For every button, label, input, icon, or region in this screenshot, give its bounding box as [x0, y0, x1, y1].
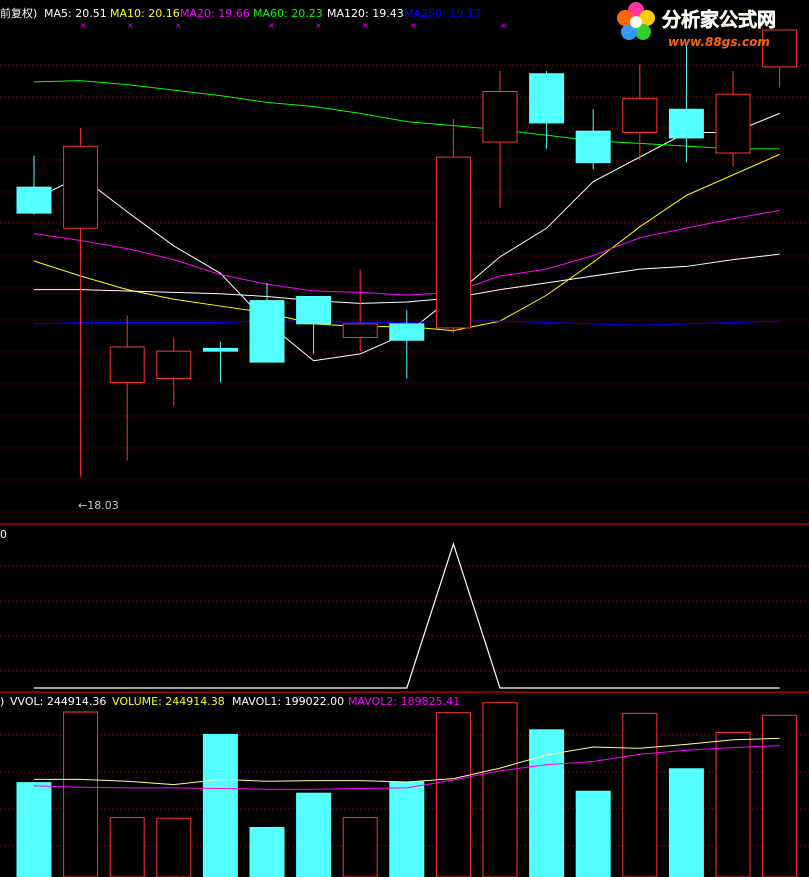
- ma20-label: MA20: 19.66: [180, 7, 250, 20]
- adjustment-label: 前复权): [0, 6, 37, 20]
- volume-bar: [482, 702, 518, 877]
- watermark-url: www.88gs.com: [668, 35, 770, 49]
- volume-bar: [575, 790, 611, 877]
- candle: [622, 64, 658, 160]
- volume-bar: [622, 712, 658, 877]
- candle: [63, 128, 99, 477]
- candle-body: [575, 130, 611, 164]
- candle-body: [109, 346, 145, 384]
- candle: [109, 315, 145, 461]
- volume-bar: [16, 782, 52, 877]
- candle-body: [342, 323, 378, 339]
- watermark-title: 分析家公式网: [662, 8, 776, 31]
- candle: [435, 118, 471, 334]
- candle: [529, 71, 565, 149]
- marker-symbol: ×: [175, 21, 182, 30]
- candle-body: [63, 145, 99, 229]
- candle-body: [296, 296, 332, 325]
- candle-body: [202, 347, 238, 352]
- volume-bars: [16, 702, 798, 877]
- candle: [16, 155, 52, 215]
- volume-bar: [435, 712, 471, 877]
- volume-bar: [296, 792, 332, 877]
- volume-bar: [342, 817, 378, 877]
- volume-bar: [389, 781, 425, 877]
- candle: [482, 71, 518, 208]
- candle-body: [389, 323, 425, 341]
- candle-body: [715, 93, 751, 154]
- marker-symbol: ×: [315, 21, 322, 30]
- indicator-panel-label: 0: [0, 528, 7, 541]
- flower-icon: [617, 2, 655, 40]
- volume-bar: [202, 733, 238, 877]
- volume-label: VOLUME: 244914.38: [112, 695, 225, 708]
- volume-bar: [529, 729, 565, 877]
- volume-bar: [668, 768, 704, 877]
- marker-symbol: ×: [80, 21, 87, 30]
- mavol1-line: [34, 737, 780, 786]
- marker-symbol: ×: [268, 21, 275, 30]
- stock-chart: × × × × × × × × 前复权) MA5: 20.51 MA10: 20.16 MA2…: [0, 2, 809, 877]
- marker-symbol: ×: [410, 21, 417, 30]
- volume-panel-header: ) VVOL: 244914.36 VOLUME: 244914.38 MAVO…: [0, 695, 460, 708]
- candle-body: [529, 73, 565, 124]
- ma60-label: MA60: 20.23: [253, 7, 323, 20]
- ma120-label: MA120: 19.43: [327, 7, 404, 20]
- volume-bar: [762, 714, 798, 877]
- candle: [668, 43, 704, 163]
- volume-bar: [249, 827, 285, 877]
- mavol1-label: MAVOL1: 199022.00: [232, 695, 344, 708]
- candle: [575, 109, 611, 170]
- candle-body: [16, 186, 52, 214]
- volume-bar: [156, 817, 192, 877]
- candle: [296, 296, 332, 354]
- main-panel-header: 前复权) MA5: 20.51 MA10: 20.16 MA20: 19.66 …: [0, 6, 481, 20]
- mavol2-label: MAVOL2: 189825.41: [348, 695, 460, 708]
- marker-symbol: ×: [500, 21, 507, 30]
- candle-body: [156, 350, 192, 379]
- marker-symbol: ×: [127, 21, 134, 30]
- watermark-logo: 分析家公式网 www.88gs.com: [617, 2, 776, 49]
- candle: [156, 337, 192, 406]
- volume-bar: [109, 817, 145, 877]
- candle-body: [622, 97, 658, 134]
- ma250-label: MA250: 19.17: [404, 7, 481, 20]
- candle: [389, 310, 425, 379]
- marker-symbol: ×: [362, 21, 369, 30]
- grid-lines: × × × × × × × ×: [0, 21, 809, 847]
- volume-bar: [715, 731, 751, 877]
- low-price-annotation: ←18.03: [78, 499, 119, 512]
- candle: [202, 341, 238, 383]
- candle-body: [668, 108, 704, 139]
- candle: [342, 269, 378, 352]
- candle: [249, 282, 285, 363]
- candle-body: [482, 91, 518, 143]
- volume-bar: [63, 711, 99, 877]
- candle-body: [249, 300, 285, 363]
- candle: [715, 71, 751, 167]
- vvol-label: VVOL: 244914.36: [10, 695, 106, 708]
- candle-body: [435, 156, 471, 329]
- volume-header-paren: ): [0, 695, 4, 708]
- volume-ma-lines: [33, 737, 780, 790]
- ma120-line: [34, 253, 780, 304]
- ma10-line: [33, 153, 780, 332]
- ma10-label: MA10: 20.16: [110, 7, 180, 20]
- ma60-line: [33, 80, 780, 150]
- ma5-label: MA5: 20.51: [44, 7, 107, 20]
